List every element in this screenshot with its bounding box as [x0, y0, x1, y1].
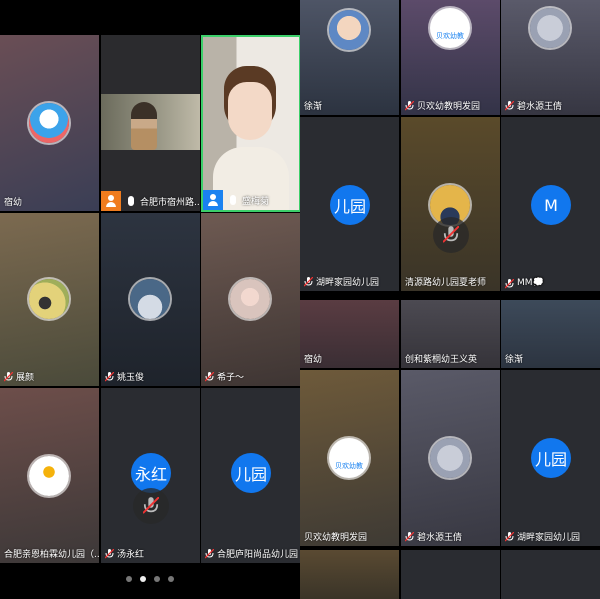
donald-duck-avatar	[29, 103, 69, 143]
plum-blossom-avatar	[430, 438, 470, 478]
video-tile-r10[interactable]: 贝欢幼教 贝欢幼教明发园	[300, 370, 399, 546]
tile-name: 创和紫桐幼王义英	[405, 355, 478, 365]
mic-off-icon	[404, 100, 415, 111]
tile-name: 合肥市宿州路...	[101, 191, 200, 211]
tile-name: 展颜	[3, 370, 34, 383]
mic-off-icon	[504, 278, 515, 288]
school-logo-avatar: 贝欢幼教	[329, 438, 369, 478]
video-tile-9[interactable]: 儿园 合肥庐阳尚品幼儿园	[201, 388, 300, 563]
mic-off-icon	[104, 548, 115, 559]
tile-name: 徐渐	[505, 355, 524, 365]
mic-off-icon	[504, 531, 515, 542]
right-grid: 徐渐 贝欢幼教 贝欢幼教明发园 碧水源王倩 儿园 湖畔家园幼儿园 清源路幼儿园夏…	[300, 0, 600, 599]
video-tile-3-active-speaker[interactable]: 盛梅菊	[201, 35, 301, 212]
girl-portrait-avatar	[230, 279, 270, 319]
tile-name: 合肥亲恩柏霖幼儿园（...	[4, 550, 99, 560]
text-avatar: 儿园	[531, 438, 571, 478]
person-icon	[101, 191, 121, 211]
tile-name: 希子～	[204, 370, 244, 383]
video-tile-r2[interactable]: 贝欢幼教 贝欢幼教明发园	[401, 0, 500, 115]
mic-off-icon	[433, 217, 469, 253]
child-avatar	[329, 10, 369, 50]
tile-name: 清源路幼儿园夏老师	[405, 278, 487, 288]
text-avatar: M	[531, 185, 571, 225]
mic-icon	[230, 195, 236, 205]
video-tile-7[interactable]: 合肥亲恩柏霖幼儿园（...	[0, 388, 99, 563]
video-tile-5[interactable]: 姚玉俊	[101, 213, 200, 386]
page-dot[interactable]	[154, 576, 160, 582]
video-tile-r11[interactable]: 碧水源王倩	[401, 370, 500, 546]
video-tile-1[interactable]: 宿幼	[0, 35, 99, 211]
text-avatar: 永红	[131, 453, 171, 493]
video-tile-r9[interactable]: 徐渐	[501, 300, 600, 368]
mic-off-icon	[133, 488, 169, 524]
text-avatar: 儿园	[330, 185, 370, 225]
video-tile-r6[interactable]: M MM💭	[501, 117, 600, 291]
tile-name: 湖畔家园幼儿园	[504, 530, 580, 543]
video-tile-r7[interactable]: 宿幼	[300, 300, 399, 368]
mic-off-icon	[504, 100, 515, 111]
person-figure	[131, 102, 157, 150]
camera-feed	[101, 94, 200, 150]
left-grid: 宿幼 合肥市宿州路... 盛梅菊 展颜 姚玉俊 希子～ 合肥亲恩柏霖幼儿园（..…	[0, 0, 301, 599]
tile-name: MM💭	[504, 278, 544, 288]
girl-field-avatar	[29, 279, 69, 319]
tile-name: 贝欢幼教明发园	[304, 533, 368, 543]
page-dot[interactable]	[126, 576, 132, 582]
video-tile-r1[interactable]: 徐渐	[300, 0, 399, 115]
mic-off-icon	[204, 548, 215, 559]
tile-name: 宿幼	[304, 355, 323, 365]
page-dot-active[interactable]	[140, 576, 146, 582]
tile-name: 盛梅菊	[203, 190, 269, 210]
sky-avatar	[130, 279, 170, 319]
person-icon	[203, 190, 223, 210]
person-face	[228, 82, 272, 140]
video-tile-r4[interactable]: 儿园 湖畔家园幼儿园	[300, 117, 399, 291]
tile-name: 碧水源王倩	[404, 530, 462, 543]
video-tile-6[interactable]: 希子～	[201, 213, 300, 386]
mic-icon	[128, 196, 134, 206]
plum-blossom-avatar	[530, 8, 570, 48]
tile-name: 合肥庐阳尚品幼儿园	[204, 547, 298, 560]
video-tile-r14-partial[interactable]	[401, 550, 500, 599]
school-logo-avatar	[29, 456, 69, 496]
video-tile-r8[interactable]: 创和紫桐幼王义英	[401, 300, 500, 368]
video-tile-r13-partial[interactable]	[300, 550, 399, 599]
tile-name: 汤永红	[104, 547, 144, 560]
mic-off-icon	[3, 371, 14, 382]
video-tile-2[interactable]: 合肥市宿州路...	[101, 35, 200, 211]
tile-name: 湖畔家园幼儿园	[303, 275, 379, 288]
page-indicator[interactable]	[0, 572, 300, 582]
tile-name: 贝欢幼教明发园	[404, 99, 480, 112]
video-tile-r5[interactable]: 清源路幼儿园夏老师	[401, 117, 500, 291]
mic-off-icon	[404, 531, 415, 542]
mic-off-icon	[204, 371, 215, 382]
camera-feed	[203, 37, 299, 210]
school-logo-avatar: 贝欢幼教	[430, 8, 470, 48]
video-tile-r3[interactable]: 碧水源王倩	[501, 0, 600, 115]
text-avatar: 儿园	[231, 453, 271, 493]
tile-name: 宿幼	[4, 198, 23, 208]
video-tile-r12[interactable]: 儿园 湖畔家园幼儿园	[501, 370, 600, 546]
mic-off-icon	[104, 371, 115, 382]
video-tile-4[interactable]: 展颜	[0, 213, 99, 386]
video-tile-8[interactable]: 永红 汤永红	[101, 388, 200, 563]
mic-off-icon	[303, 276, 314, 287]
video-tile-r15-partial[interactable]	[501, 550, 600, 599]
tile-name: 碧水源王倩	[504, 99, 562, 112]
tile-name: 姚玉俊	[104, 370, 144, 383]
page-dot[interactable]	[168, 576, 174, 582]
tile-name: 徐渐	[304, 102, 323, 112]
